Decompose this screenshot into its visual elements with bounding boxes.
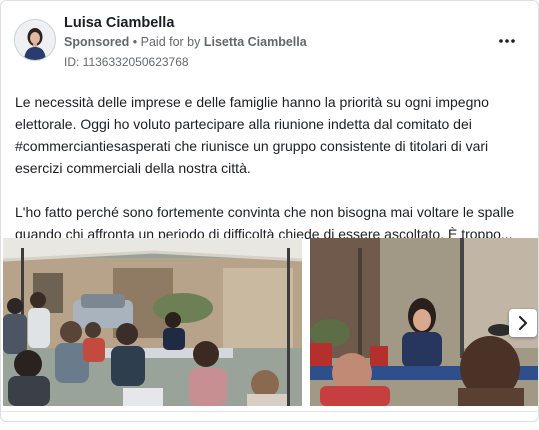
- more-options-button[interactable]: [495, 29, 519, 53]
- sponsored-label: Sponsored: [64, 35, 130, 49]
- meeting-photo-2: [310, 238, 538, 406]
- carousel-next-button[interactable]: [509, 309, 537, 337]
- post-paragraph-1: Le necessità delle imprese e delle famig…: [15, 94, 489, 176]
- sponsored-line: Sponsored • Paid for by Lisetta Ciambell…: [64, 35, 307, 49]
- author-avatar[interactable]: [14, 19, 56, 61]
- card-divider: [1, 411, 538, 412]
- paid-for-prefix: Paid for by: [140, 35, 204, 49]
- post-photo-1[interactable]: [3, 238, 302, 406]
- ad-id: ID: 1136332050623768: [64, 55, 189, 69]
- meeting-photo-1: [3, 238, 302, 406]
- post-photo-2[interactable]: [310, 238, 538, 406]
- meta-separator: •: [129, 35, 141, 49]
- ad-card: Luisa Ciambella Sponsored • Paid for by …: [0, 0, 539, 422]
- author-name[interactable]: Luisa Ciambella: [64, 15, 174, 31]
- chevron-right-icon: [519, 316, 527, 330]
- more-options-icon: [499, 39, 515, 43]
- post-body: Le necessità delle imprese e delle famig…: [15, 91, 525, 245]
- avatar-image: [15, 20, 55, 60]
- paid-for-name[interactable]: Lisetta Ciambella: [204, 35, 307, 49]
